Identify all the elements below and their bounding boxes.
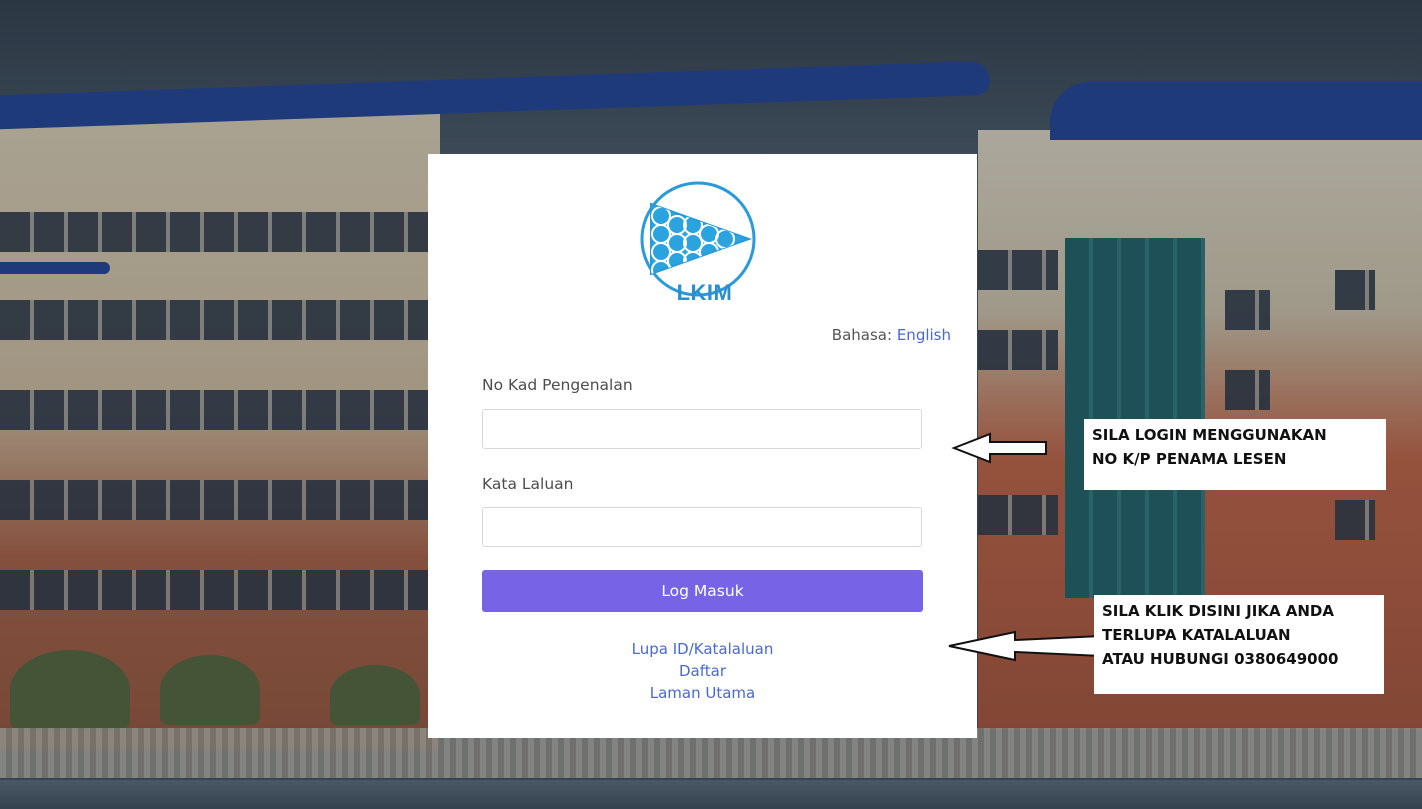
- arrow-left-icon: [948, 630, 1102, 662]
- note-line: TERLUPA KATALALUAN: [1102, 626, 1291, 644]
- id-number-label: No Kad Pengenalan: [482, 376, 633, 394]
- home-link[interactable]: Laman Utama: [428, 682, 977, 704]
- note-line: SILA KLIK DISINI JIKA ANDA: [1102, 602, 1334, 620]
- password-label: Kata Laluan: [482, 475, 574, 493]
- logo-text: LKIM: [676, 280, 733, 305]
- language-selector: Bahasa: English: [832, 326, 951, 344]
- login-instruction-note: SILA LOGIN MENGGUNAKAN NO K/P PENAMA LES…: [1084, 419, 1386, 490]
- password-input[interactable]: [482, 507, 922, 547]
- note-line: ATAU HUBUNGI 0380649000: [1102, 650, 1339, 668]
- note-line: NO K/P PENAMA LESEN: [1092, 450, 1287, 468]
- forgot-password-link[interactable]: Lupa ID/Katalaluan: [428, 638, 977, 660]
- login-card: LKIM Bahasa: English No Kad Pengenalan K…: [428, 154, 977, 738]
- register-link[interactable]: Daftar: [428, 660, 977, 682]
- arrow-left-icon: [951, 432, 1047, 464]
- forgot-password-note: SILA KLIK DISINI JIKA ANDA TERLUPA KATAL…: [1094, 595, 1384, 694]
- language-english-link[interactable]: English: [897, 326, 951, 344]
- id-number-input[interactable]: [482, 409, 922, 449]
- language-label: Bahasa:: [831, 326, 893, 344]
- auth-links: Lupa ID/Katalaluan Daftar Laman Utama: [428, 638, 977, 704]
- note-line: SILA LOGIN MENGGUNAKAN: [1092, 426, 1327, 444]
- login-button[interactable]: Log Masuk: [482, 570, 923, 612]
